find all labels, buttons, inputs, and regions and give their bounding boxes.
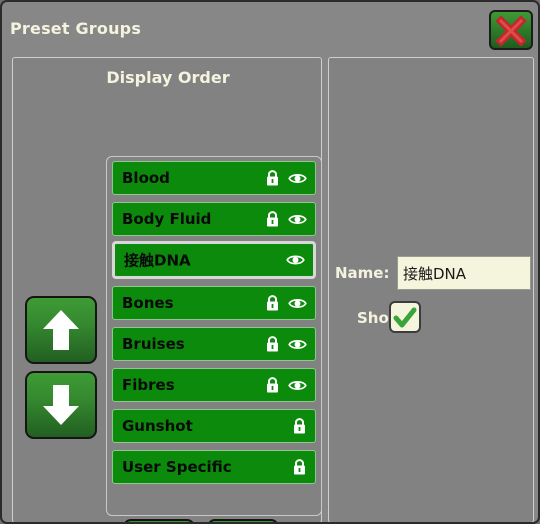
show-field-row: Show	[329, 301, 535, 335]
move-down-button[interactable]	[25, 371, 97, 439]
eye-icon	[288, 378, 307, 392]
list-item-label: User Specific	[122, 458, 232, 476]
list-item-icons	[292, 459, 307, 476]
list-item[interactable]: Gunshot	[112, 409, 316, 443]
display-order-title: Display Order	[106, 68, 230, 87]
red-x-close-icon	[491, 15, 531, 47]
name-input[interactable]	[397, 256, 531, 290]
lock-icon	[265, 377, 280, 394]
list-item-icons	[265, 170, 307, 187]
list-item-label: Gunshot	[122, 417, 193, 435]
list-item-icons	[265, 377, 307, 394]
name-label: Name:	[335, 264, 390, 282]
eye-icon	[288, 171, 307, 185]
list-item-icons	[292, 418, 307, 435]
name-field-row: Name:	[329, 256, 535, 290]
list-item-label: 接触DNA	[124, 251, 191, 270]
lock-icon	[265, 295, 280, 312]
list-item[interactable]: User Specific	[112, 450, 316, 484]
eye-icon	[288, 337, 307, 351]
display-order-panel: Display Order Blood Body Fluid 接触DNA Bones B…	[12, 57, 322, 522]
list-item-icons	[265, 336, 307, 353]
list-item-icons	[286, 253, 305, 267]
list-item[interactable]: 接触DNA	[112, 241, 316, 279]
delete-preset-group-button[interactable]	[207, 519, 279, 522]
list-item[interactable]: Bruises	[112, 327, 316, 361]
eye-icon	[286, 253, 305, 267]
list-item-label: Bruises	[122, 335, 185, 353]
list-item-label: Body Fluid	[122, 210, 212, 228]
title-bar: Preset Groups	[2, 2, 538, 50]
lock-icon	[292, 418, 307, 435]
preset-group-list[interactable]: Blood Body Fluid 接触DNA Bones Bruises Fibres Gu…	[106, 156, 322, 516]
check-mark-icon	[391, 306, 419, 330]
show-checkbox[interactable]	[389, 301, 421, 333]
window-title: Preset Groups	[10, 19, 142, 38]
lock-icon	[265, 336, 280, 353]
list-item[interactable]: Body Fluid	[112, 202, 316, 236]
move-up-button[interactable]	[25, 296, 97, 364]
list-item[interactable]: Blood	[112, 161, 316, 195]
list-item-label: Fibres	[122, 376, 175, 394]
list-item-label: Bones	[122, 294, 174, 312]
eye-icon	[288, 212, 307, 226]
list-item-icons	[265, 211, 307, 228]
list-item-label: Blood	[122, 169, 170, 187]
eye-icon	[288, 296, 307, 310]
lock-icon	[265, 211, 280, 228]
list-item-icons	[265, 295, 307, 312]
close-button[interactable]	[489, 10, 533, 50]
list-item[interactable]: Bones	[112, 286, 316, 320]
lock-icon	[265, 170, 280, 187]
list-item[interactable]: Fibres	[112, 368, 316, 402]
lock-icon	[292, 459, 307, 476]
preset-group-details-panel: Name: Show	[328, 57, 535, 522]
add-preset-group-button[interactable]	[123, 519, 195, 522]
preset-groups-window: Preset Groups Display Order Blood Body F…	[0, 0, 540, 524]
arrow-down-icon	[27, 382, 95, 428]
arrow-up-icon	[27, 307, 95, 353]
